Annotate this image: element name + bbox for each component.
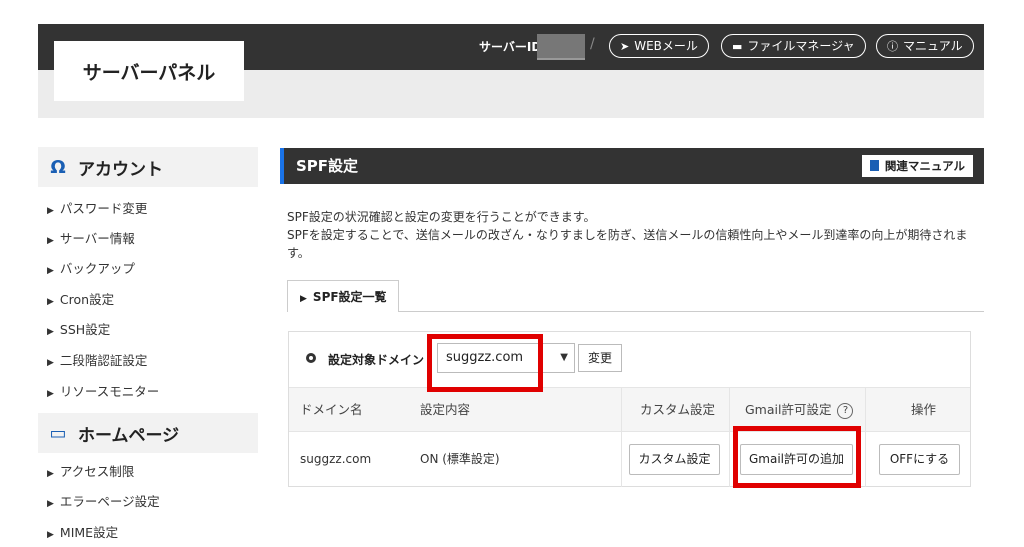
webmail-label: WEBメール	[634, 39, 698, 53]
webmail-button[interactable]: ➤ WEBメール	[609, 34, 709, 58]
change-button[interactable]: 変更	[578, 344, 622, 372]
sidebar-item-ssh[interactable]: ▶ SSH設定	[47, 322, 110, 340]
page-title: SPF設定	[296, 157, 359, 175]
file-manager-label: ファイルマネージャ	[747, 39, 855, 53]
highlight-domain-select	[427, 334, 543, 392]
sidebar-item-resource-monitor[interactable]: ▶ リソースモニター	[47, 384, 159, 402]
manual-header-button[interactable]: ⓘ マニュアル	[876, 34, 974, 58]
tab-spf-list[interactable]: ▶ SPF設定一覧	[287, 280, 399, 312]
tab-label: SPF設定一覧	[312, 290, 387, 304]
sidebar-section-title: アカウント	[78, 159, 163, 180]
page-description: SPF設定の状況確認と設定の変更を行うことができます。 SPFを設定することで、…	[287, 208, 977, 262]
column-header-action: 操作	[911, 402, 937, 417]
spf-table-panel: 設定対象ドメイン suggzz.com ▼ 変更 ドメイン名 設定内容 カスタム…	[288, 331, 971, 487]
table-row: suggzz.com ON (標準設定) カスタム設定 Gmail許可の追加 O…	[289, 432, 970, 487]
chevron-right-icon: ▶	[47, 389, 54, 399]
book-icon	[869, 160, 879, 171]
off-button[interactable]: OFFにする	[879, 444, 960, 475]
chevron-right-icon: ▶	[47, 206, 54, 216]
cell-setting: ON (標準設定)	[420, 452, 500, 466]
sidebar-item-server-info[interactable]: ▶ サーバー情報	[47, 231, 135, 249]
page-title-bar: SPF設定 関連マニュアル	[280, 148, 984, 184]
related-manual-label: 関連マニュアル	[884, 159, 965, 173]
user-icon: Ω	[50, 156, 66, 178]
sidebar-item-access-restriction[interactable]: ▶ アクセス制限	[47, 464, 134, 482]
header-separator: /	[590, 36, 595, 52]
server-id-underline	[537, 58, 585, 60]
column-header-custom: カスタム設定	[640, 402, 716, 417]
chevron-down-icon: ▼	[560, 352, 568, 363]
chevron-right-icon: ▶	[47, 266, 54, 276]
folder-icon: ▬	[732, 40, 743, 53]
chevron-right-icon: ▶	[47, 530, 54, 540]
sidebar-item-cron[interactable]: ▶ Cron設定	[47, 292, 114, 310]
help-icon: ⓘ	[887, 40, 898, 53]
tab-divider	[399, 311, 984, 312]
target-domain-label: 設定対象ドメイン	[328, 353, 425, 367]
monitor-icon: ▭	[49, 422, 67, 444]
custom-setting-button[interactable]: カスタム設定	[629, 444, 720, 475]
sidebar-item-error-page[interactable]: ▶ エラーページ設定	[47, 494, 160, 512]
manual-header-label: マニュアル	[903, 39, 963, 53]
column-header-gmail: Gmail許可設定?	[745, 388, 854, 431]
help-icon[interactable]: ?	[837, 403, 854, 419]
chevron-right-icon: ▶	[47, 358, 54, 368]
sidebar-section-account: Ω アカウント	[38, 147, 258, 187]
description-line: SPF設定の状況確認と設定の変更を行うことができます。	[287, 210, 596, 224]
table-header: ドメイン名 設定内容 カスタム設定 Gmail許可設定? 操作	[289, 387, 970, 432]
target-domain-row: 設定対象ドメイン suggzz.com ▼ 変更	[289, 332, 970, 387]
radio-icon	[306, 353, 316, 363]
sidebar-section-homepage: ▭ ホームページ	[38, 413, 258, 453]
server-id-value-redacted	[537, 34, 585, 58]
cell-domain: suggzz.com	[300, 452, 372, 466]
highlight-gmail-button	[733, 426, 861, 488]
sidebar-item-mime[interactable]: ▶ MIME設定	[47, 525, 118, 543]
chevron-right-icon: ▶	[47, 469, 54, 479]
chevron-right-icon: ▶	[47, 499, 54, 509]
description-line: SPFを設定することで、送信メールの改ざん・なりすましを防ぎ、送信メールの信頼性…	[287, 228, 968, 260]
chevron-right-icon: ▶	[47, 297, 54, 307]
sidebar-item-backup[interactable]: ▶ バックアップ	[47, 261, 135, 279]
sidebar-item-2fa[interactable]: ▶ 二段階認証設定	[47, 353, 147, 371]
chevron-right-icon: ▶	[300, 294, 307, 304]
related-manual-button[interactable]: 関連マニュアル	[861, 155, 973, 177]
column-header-setting: 設定内容	[420, 402, 471, 417]
panel-logo[interactable]: サーバーパネル	[54, 41, 244, 101]
sidebar-item-password[interactable]: ▶ パスワード変更	[47, 201, 147, 219]
chevron-right-icon: ▶	[47, 236, 54, 246]
chevron-right-icon: ▶	[47, 327, 54, 337]
column-header-gmail-label: Gmail許可設定	[745, 402, 832, 417]
server-id-label: サーバーID	[479, 40, 542, 54]
send-icon: ➤	[620, 40, 630, 53]
column-header-domain: ドメイン名	[300, 402, 363, 417]
sidebar-section-title: ホームページ	[78, 425, 180, 446]
file-manager-button[interactable]: ▬ ファイルマネージャ	[721, 34, 866, 58]
